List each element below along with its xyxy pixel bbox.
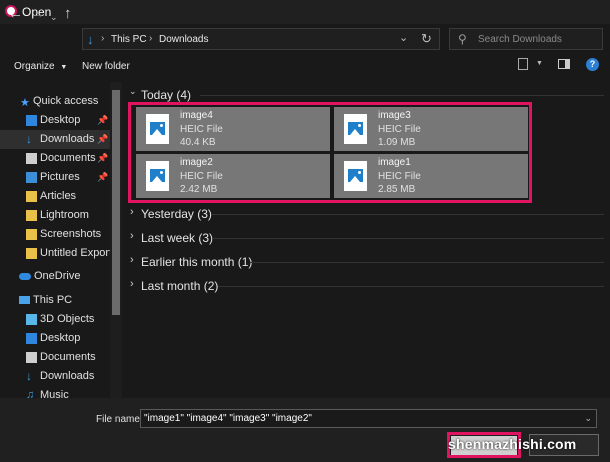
group-divider bbox=[212, 214, 604, 215]
group-header-last-month[interactable]: Last month (2) bbox=[141, 279, 218, 293]
file-name-input[interactable]: "image1" "image4" "image3" "image2" ⌄ bbox=[140, 409, 597, 428]
pin-icon: 📌 bbox=[97, 115, 109, 125]
file-name-dropdown-icon[interactable]: ⌄ bbox=[584, 410, 592, 427]
address-dropdown-icon[interactable]: ⌄ bbox=[399, 31, 408, 44]
sidebar-label: Screenshots bbox=[40, 228, 102, 240]
computer-icon bbox=[19, 296, 30, 304]
sidebar-item-pc-documents[interactable]: Documents bbox=[0, 348, 110, 367]
sidebar-label: Untitled Export bbox=[40, 247, 113, 259]
sidebar-item-untitled-export[interactable]: Untitled Export bbox=[0, 244, 113, 263]
sidebar-label: Pictures bbox=[40, 171, 80, 183]
sidebar-item-documents[interactable]: Documents 📌 bbox=[0, 149, 110, 168]
recent-locations-chevron-icon[interactable]: ⌄ bbox=[50, 9, 58, 25]
search-placeholder: Search Downloads bbox=[478, 34, 562, 45]
sidebar-item-desktop[interactable]: Desktop 📌 bbox=[0, 111, 110, 130]
sidebar-label: Articles bbox=[40, 190, 77, 202]
star-icon: ★ bbox=[20, 97, 30, 109]
folder-icon bbox=[26, 210, 37, 221]
organize-button[interactable]: Organize ▼ bbox=[14, 61, 67, 72]
sidebar-item-pc-downloads[interactable]: ↓ Downloads bbox=[0, 367, 110, 386]
sidebar-quick-access[interactable]: ★ Quick access bbox=[0, 92, 110, 111]
file-name-label: File name: bbox=[96, 414, 143, 425]
title-bar bbox=[0, 0, 610, 24]
folder-icon bbox=[26, 248, 37, 259]
group-header-earlier-this-month[interactable]: Earlier this month (1) bbox=[141, 255, 252, 269]
sidebar-onedrive[interactable]: OneDrive bbox=[0, 267, 110, 286]
sidebar-label: This PC bbox=[33, 294, 73, 306]
group-header-yesterday[interactable]: Yesterday (3) bbox=[141, 207, 212, 221]
group-divider bbox=[212, 238, 604, 239]
sidebar-item-lightroom[interactable]: Lightroom bbox=[0, 206, 110, 225]
view-dropdown-caret-icon[interactable]: ▼ bbox=[536, 60, 543, 67]
folder-icon bbox=[26, 229, 37, 240]
sidebar-item-downloads[interactable]: ↓ Downloads 📌 bbox=[0, 130, 110, 149]
group-divider bbox=[200, 95, 604, 96]
pictures-folder-icon bbox=[26, 172, 37, 183]
breadcrumb-separator-icon: › bbox=[101, 33, 105, 44]
sidebar-label: OneDrive bbox=[34, 270, 81, 282]
address-bar[interactable]: ↓ › This PC › Downloads ⌄ ↻ bbox=[82, 28, 440, 50]
download-arrow-icon: ↓ bbox=[87, 32, 94, 47]
sidebar-label: Desktop bbox=[40, 332, 81, 344]
expand-chevron-icon[interactable]: › bbox=[130, 254, 134, 266]
watermark-text: shenmazhishi.com bbox=[448, 436, 577, 452]
group-divider bbox=[218, 286, 604, 287]
expand-chevron-icon[interactable]: › bbox=[130, 278, 134, 290]
sidebar-this-pc[interactable]: This PC bbox=[0, 291, 110, 310]
new-folder-button[interactable]: New folder bbox=[82, 61, 130, 72]
collapse-chevron-icon[interactable]: ⌄ bbox=[129, 86, 137, 97]
group-header-last-week[interactable]: Last week (3) bbox=[141, 231, 213, 245]
sidebar-item-pictures[interactable]: Pictures 📌 bbox=[0, 168, 110, 187]
downloads-folder-icon: ↓ bbox=[26, 369, 32, 383]
sidebar-scrollbar-thumb[interactable] bbox=[112, 90, 120, 315]
sidebar-label: Quick access bbox=[33, 95, 99, 107]
sidebar-label: Downloads bbox=[40, 370, 95, 382]
breadcrumb-downloads[interactable]: Downloads bbox=[159, 34, 208, 45]
change-view-icon[interactable] bbox=[518, 58, 528, 70]
file-name-value: "image1" "image4" "image3" "image2" bbox=[144, 413, 312, 424]
pin-icon: 📌 bbox=[97, 172, 109, 182]
dropdown-caret-icon: ▼ bbox=[60, 64, 68, 71]
cloud-icon bbox=[19, 273, 31, 280]
search-icon: ⚲ bbox=[458, 32, 467, 46]
breadcrumb-separator-icon: › bbox=[149, 33, 153, 44]
3d-objects-icon bbox=[26, 314, 37, 325]
sidebar-label: Lightroom bbox=[40, 209, 89, 221]
preview-pane-icon[interactable] bbox=[558, 59, 570, 69]
organize-label: Organize bbox=[14, 61, 55, 72]
sidebar-item-music[interactable]: ♫ Music bbox=[0, 386, 110, 398]
back-arrow-icon[interactable]: ← bbox=[8, 6, 23, 22]
sidebar-label: Documents bbox=[40, 152, 96, 164]
forward-arrow-icon[interactable]: → bbox=[30, 6, 45, 22]
sidebar-label: Desktop bbox=[40, 114, 81, 126]
sidebar-label: Documents bbox=[40, 351, 96, 363]
sidebar-item-pc-desktop[interactable]: Desktop bbox=[0, 329, 110, 348]
desktop-folder-icon bbox=[26, 115, 37, 126]
desktop-folder-icon bbox=[26, 333, 37, 344]
search-box[interactable]: ⚲ Search Downloads bbox=[449, 28, 603, 50]
group-header-today[interactable]: Today (4) bbox=[141, 88, 191, 102]
sidebar-label: Downloads bbox=[40, 133, 95, 145]
up-arrow-icon[interactable]: ↑ bbox=[64, 6, 72, 22]
sidebar-item-articles[interactable]: Articles bbox=[0, 187, 110, 206]
breadcrumb-this-pc[interactable]: This PC bbox=[111, 34, 147, 45]
pin-icon: 📌 bbox=[97, 134, 109, 144]
group-divider bbox=[250, 262, 604, 263]
expand-chevron-icon[interactable]: › bbox=[130, 206, 134, 218]
documents-folder-icon bbox=[26, 352, 37, 363]
navigation-pane: ★ Quick access Desktop 📌 ↓ Downloads 📌 D… bbox=[0, 82, 122, 398]
documents-folder-icon bbox=[26, 153, 37, 164]
expand-chevron-icon[interactable]: › bbox=[130, 230, 134, 242]
music-folder-icon: ♫ bbox=[26, 389, 35, 398]
refresh-icon[interactable]: ↻ bbox=[421, 31, 432, 47]
folder-icon bbox=[26, 191, 37, 202]
help-icon[interactable]: ? bbox=[586, 58, 599, 71]
downloads-folder-icon: ↓ bbox=[26, 132, 32, 146]
sidebar-item-3d-objects[interactable]: 3D Objects bbox=[0, 310, 110, 329]
sidebar-label: Music bbox=[40, 389, 69, 398]
pin-icon: 📌 bbox=[97, 153, 109, 163]
sidebar-item-screenshots[interactable]: Screenshots bbox=[0, 225, 110, 244]
sidebar-label: 3D Objects bbox=[40, 313, 95, 325]
selection-highlight-frame bbox=[128, 102, 532, 203]
